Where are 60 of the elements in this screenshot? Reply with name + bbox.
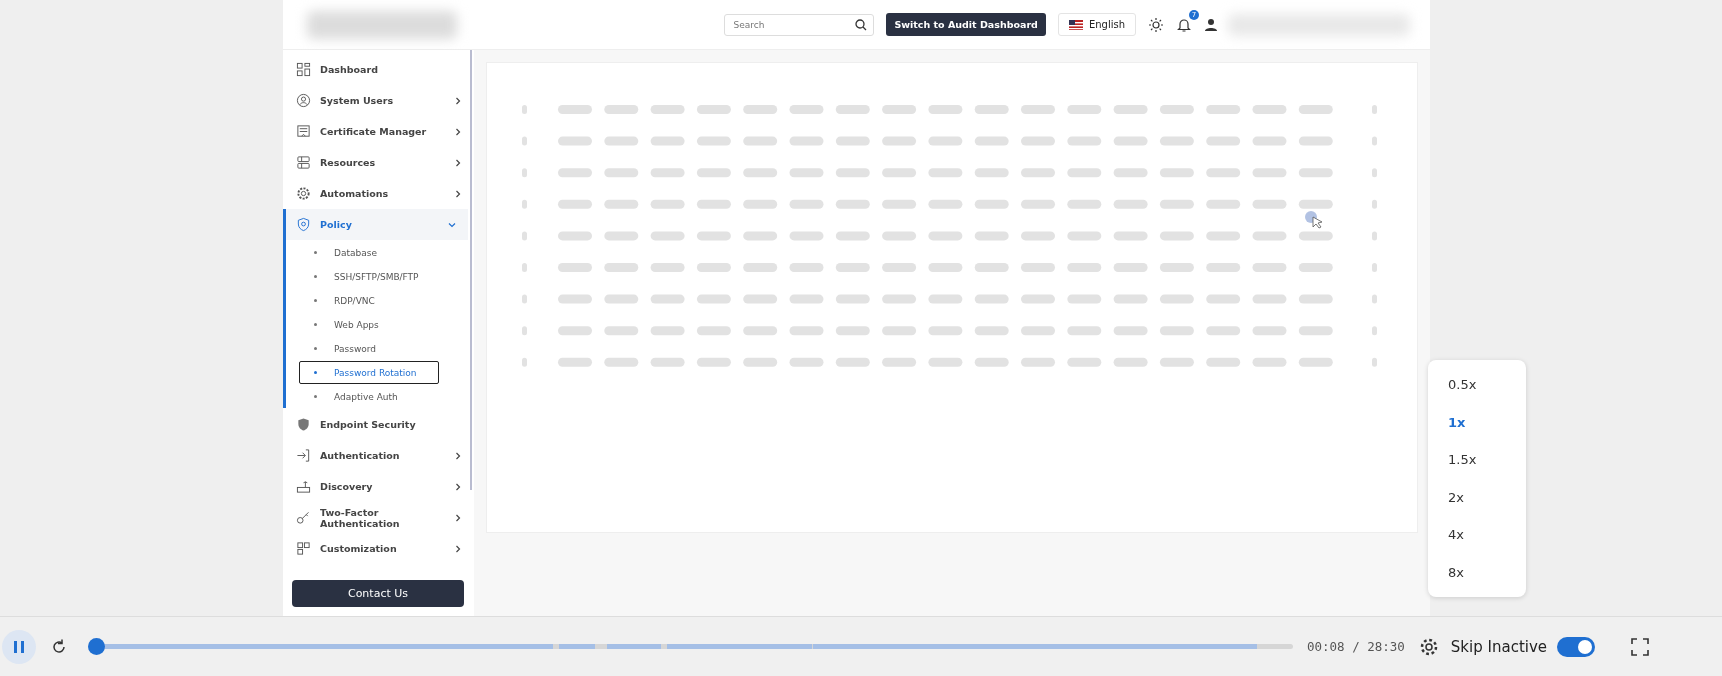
router-icon [296,479,311,494]
key-icon [296,510,311,525]
replay-icon[interactable] [50,637,68,656]
mouse-cursor-icon [1305,211,1325,231]
flag-icon [1068,19,1083,30]
submenu-item[interactable]: Adaptive Auth [299,385,439,408]
submenu-item[interactable]: SSH/SFTP/SMB/FTP [299,265,439,288]
search-field[interactable]: Search [724,13,875,36]
skip-inactive-label: Skip Inactive [1450,637,1548,656]
user-icon [296,93,311,108]
login-icon [296,448,311,463]
speed-option[interactable]: 0.5x [1428,366,1526,404]
submenu-item[interactable]: RDP/VNC [299,289,439,312]
speed-option[interactable]: 1x [1428,403,1526,441]
sidebar-item[interactable]: Dashboard [283,54,474,85]
user-icon[interactable] [1204,17,1218,32]
sidebar-item[interactable]: Policy [286,209,468,240]
sidebar-item[interactable]: Automations [283,178,474,209]
sidebar-item[interactable]: Endpoint Security [283,409,474,440]
bullet-icon [314,347,317,350]
bullet-icon [314,299,317,302]
sidebar-item[interactable]: Customization [283,533,474,564]
sidebar-item[interactable]: Certificate Manager [283,116,474,147]
grid-icon [296,62,311,77]
pause-button[interactable] [2,629,36,664]
scrollbar[interactable] [470,50,472,490]
search-icon [855,18,868,31]
server-icon [296,155,311,170]
submenu-item[interactable]: Password Rotation [299,361,439,384]
bullet-icon [314,251,317,254]
bullet-icon [314,395,317,398]
progress-thumb[interactable] [88,638,106,655]
pause-icon [13,639,25,654]
bullet-icon [314,371,317,374]
sidebar-item[interactable]: Discovery [283,471,474,502]
contact-us-button[interactable]: Contact Us [292,580,464,607]
shieldfill-icon [296,417,311,432]
sun-icon[interactable] [1148,16,1164,33]
speed-option[interactable]: 4x [1428,516,1526,554]
bullet-icon [314,275,317,278]
sidebar-item[interactable]: System Users [283,85,474,116]
gear-icon [296,186,311,201]
sidebar-item[interactable]: Authentication [283,440,474,471]
sidebar-item[interactable]: Two-Factor Authentication [283,502,474,533]
playback-time: 00:08 / 28:30 [1307,639,1405,654]
sidebar-item[interactable]: Resources [283,147,474,178]
audit-dashboard-button[interactable]: Switch to Audit Dashboard [886,13,1046,36]
fullscreen-icon[interactable] [1631,637,1650,656]
cert-icon [296,124,311,139]
speed-option[interactable]: 2x [1428,478,1526,516]
bell-icon[interactable] [1176,16,1192,33]
submenu-item[interactable]: Database [299,241,439,264]
submenu-item[interactable]: Web Apps [299,313,439,336]
bullet-icon [314,323,317,326]
submenu-item[interactable]: Password [299,337,439,360]
shield-icon [296,217,311,232]
speed-option[interactable]: 1.5x [1428,441,1526,479]
settings-icon[interactable] [1418,636,1439,657]
speed-option[interactable]: 8x [1428,553,1526,591]
language-button[interactable]: English [1057,13,1136,36]
